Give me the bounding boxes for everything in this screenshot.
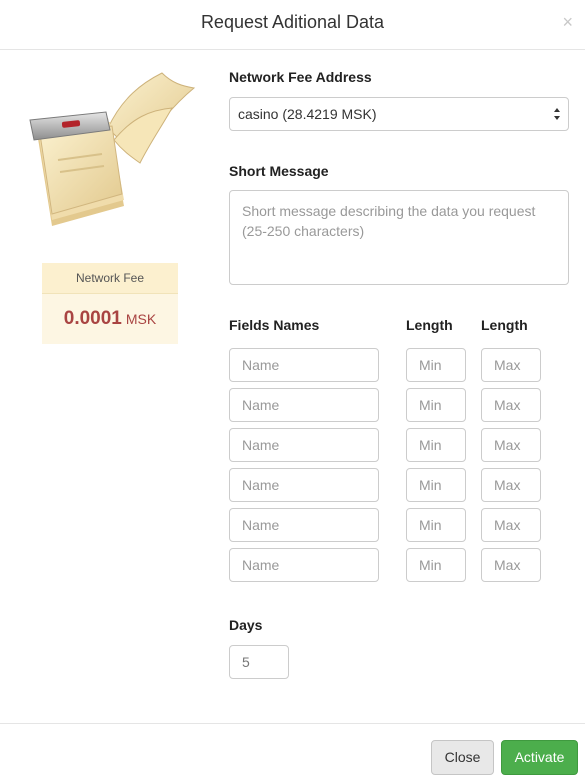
days-input[interactable]: 5	[229, 645, 289, 679]
select-arrows-icon	[554, 108, 560, 120]
length-min-header: Length	[406, 317, 453, 333]
field-max-input-5[interactable]: Max	[481, 508, 541, 542]
field-min-input-6[interactable]: Min	[406, 548, 466, 582]
close-icon[interactable]: ×	[562, 13, 573, 31]
field-max-input-6[interactable]: Max	[481, 548, 541, 582]
network-fee-address-value: casino (28.4219 MSK)	[238, 106, 377, 122]
field-max-input-3[interactable]: Max	[481, 428, 541, 462]
field-max-input-4[interactable]: Max	[481, 468, 541, 502]
activate-button[interactable]: Activate	[501, 740, 578, 775]
days-label: Days	[229, 617, 263, 633]
field-min-input-3[interactable]: Min	[406, 428, 466, 462]
field-max-input-2[interactable]: Max	[481, 388, 541, 422]
field-name-input-1[interactable]: Name	[229, 348, 379, 382]
field-min-input-2[interactable]: Min	[406, 388, 466, 422]
field-max-input-1[interactable]: Max	[481, 348, 541, 382]
network-fee-unit: MSK	[125, 311, 157, 327]
modal-title: Request Aditional Data	[200, 12, 385, 32]
field-name-input-5[interactable]: Name	[229, 508, 379, 542]
fields-names-header: Fields Names	[229, 317, 320, 333]
field-name-input-2[interactable]: Name	[229, 388, 379, 422]
network-fee-value: 0.0001	[63, 308, 122, 329]
modal-footer: Close Activate	[0, 723, 585, 782]
field-name-input-3[interactable]: Name	[229, 428, 379, 462]
field-min-input-1[interactable]: Min	[406, 348, 466, 382]
network-fee-label: Network Fee	[42, 263, 178, 294]
field-min-input-4[interactable]: Min	[406, 468, 466, 502]
short-message-textarea[interactable]: Short message describing the data you re…	[229, 190, 569, 285]
modal-header: Request Aditional Data ×	[0, 0, 585, 50]
field-name-input-6[interactable]: Name	[229, 548, 379, 582]
tear-off-calendar-icon	[22, 68, 200, 238]
field-name-input-4[interactable]: Name	[229, 468, 379, 502]
network-fee-address-select[interactable]: casino (28.4219 MSK)	[229, 97, 569, 131]
network-fee-box: Network Fee 0.0001 MSK	[42, 263, 178, 344]
close-button[interactable]: Close	[431, 740, 494, 775]
short-message-label: Short Message	[229, 163, 329, 179]
network-fee-address-label: Network Fee Address	[229, 69, 372, 85]
field-min-input-5[interactable]: Min	[406, 508, 466, 542]
length-max-header: Length	[481, 317, 528, 333]
